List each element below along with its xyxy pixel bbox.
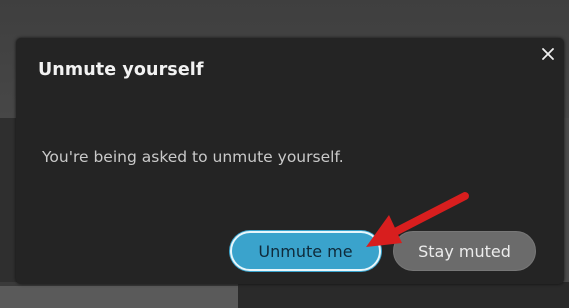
dialog-title: Unmute yourself — [38, 60, 204, 80]
unmute-me-button[interactable]: Unmute me — [230, 231, 381, 271]
close-button[interactable] — [538, 44, 558, 64]
dialog-message: You're being asked to unmute yourself. — [42, 148, 344, 166]
background-bottom-right — [238, 282, 569, 308]
close-icon — [542, 48, 554, 60]
background-bottom-left — [0, 286, 238, 308]
stay-muted-button[interactable]: Stay muted — [393, 231, 536, 271]
unmute-dialog: Unmute yourself You're being asked to un… — [16, 38, 564, 284]
